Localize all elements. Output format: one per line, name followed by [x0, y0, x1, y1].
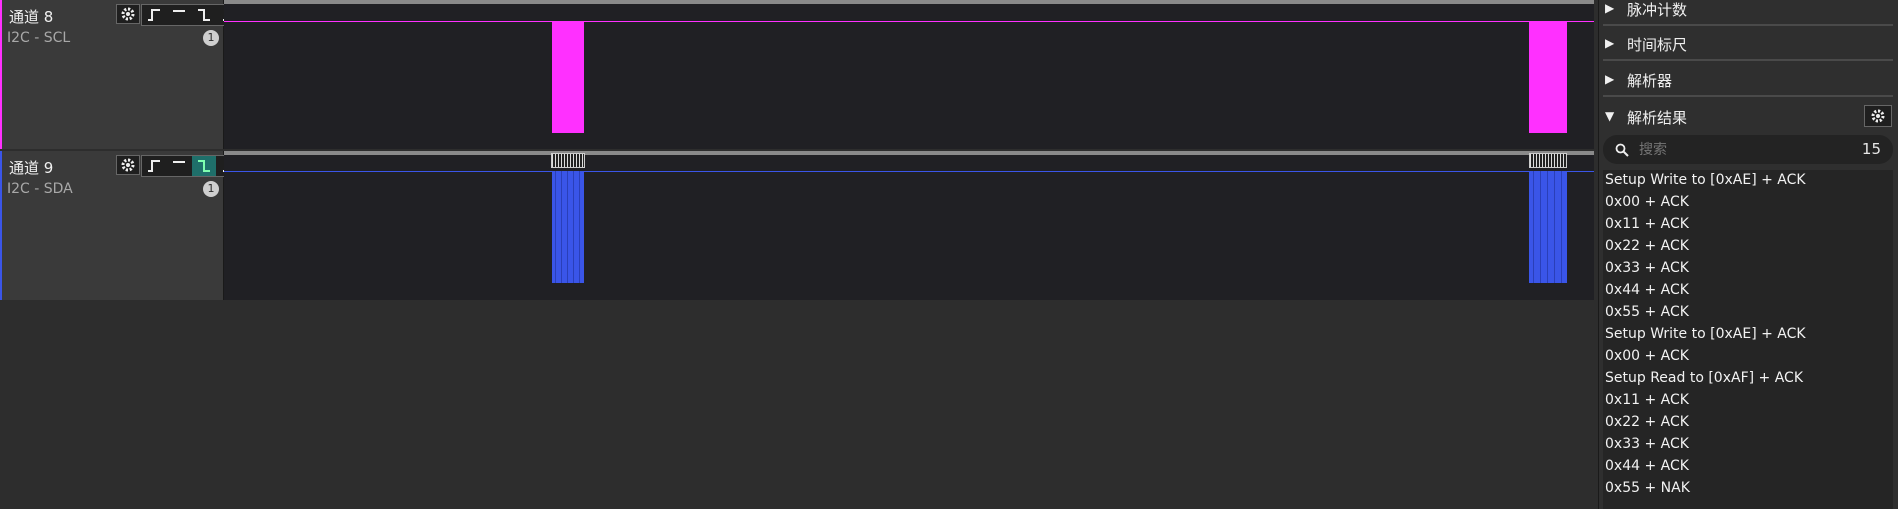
- search-input[interactable]: [1637, 139, 1841, 161]
- channel-9-waveform[interactable]: [224, 151, 1594, 300]
- list-item[interactable]: 0x00 + ACK: [1605, 194, 1689, 210]
- result-count: 15: [1861, 140, 1881, 158]
- list-item[interactable]: 0x22 + ACK: [1605, 414, 1689, 430]
- list-item[interactable]: 0x00 + ACK: [1605, 348, 1689, 364]
- list-item[interactable]: Setup Write to [0xAE] + ACK: [1605, 326, 1806, 342]
- channel-8-name: 通道 8: [9, 8, 54, 26]
- scl-high-line: [224, 21, 1594, 22]
- list-item[interactable]: 0x55 + ACK: [1605, 304, 1689, 320]
- section-label: 脉冲计数: [1627, 1, 1688, 19]
- high-level-icon[interactable]: [167, 5, 191, 25]
- scl-burst-1: [552, 21, 584, 133]
- right-panel: ▶ 脉冲计数 ▶ 时间标尺 ▶ 解析器 ▼ 解析结果 15 Setup Writ…: [1598, 0, 1898, 509]
- list-item[interactable]: 0x11 + ACK: [1605, 216, 1689, 232]
- section-pulse-count[interactable]: ▶ 脉冲计数: [1603, 0, 1893, 26]
- list-item[interactable]: 0x55 + NAK: [1605, 480, 1690, 496]
- channel-9-header[interactable]: 通道 9 I2C - SDA 1: [0, 151, 243, 300]
- section-label: 解析结果: [1627, 109, 1688, 127]
- high-level-icon[interactable]: [167, 156, 191, 176]
- channel-9-protocol: I2C - SDA: [7, 181, 73, 197]
- expand-arrow-icon: ▶: [1605, 72, 1615, 86]
- section-decoded-results[interactable]: ▼ 解析结果: [1603, 100, 1893, 134]
- list-item[interactable]: Setup Write to [0xAE] + ACK: [1605, 172, 1806, 188]
- list-item[interactable]: 0x22 + ACK: [1605, 238, 1689, 254]
- channel-8-protocol: I2C - SCL: [7, 30, 71, 46]
- gear-icon[interactable]: [1864, 105, 1892, 127]
- channel-9-badge: 1: [203, 181, 219, 197]
- expand-arrow-icon: ▶: [1605, 36, 1615, 50]
- channel-8-badge: 1: [203, 30, 219, 46]
- sda-burst-2: [1529, 171, 1567, 283]
- scl-burst-2: [1529, 21, 1567, 133]
- sda-burst-1: [552, 171, 584, 283]
- section-time-ruler[interactable]: ▶ 时间标尺: [1603, 27, 1893, 61]
- decode-marker-2[interactable]: [1529, 153, 1567, 168]
- list-item[interactable]: 0x44 + ACK: [1605, 282, 1689, 298]
- section-label: 解析器: [1627, 72, 1673, 90]
- sda-high-line: [224, 171, 1594, 172]
- waveform-top-border: [224, 0, 1594, 4]
- list-item[interactable]: 0x33 + ACK: [1605, 260, 1689, 276]
- falling-edge-icon[interactable]: [192, 156, 216, 176]
- channel-8-header[interactable]: 通道 8 I2C - SCL 1: [0, 0, 243, 149]
- list-item[interactable]: 0x44 + ACK: [1605, 458, 1689, 474]
- rising-edge-icon[interactable]: [142, 156, 166, 176]
- collapse-arrow-icon: ▼: [1605, 109, 1615, 123]
- list-item[interactable]: Setup Read to [0xAF] + ACK: [1605, 370, 1803, 386]
- list-item[interactable]: 0x33 + ACK: [1605, 436, 1689, 452]
- results-search: 15: [1603, 135, 1893, 164]
- falling-edge-icon[interactable]: [192, 5, 216, 25]
- list-item[interactable]: 0x11 + ACK: [1605, 392, 1689, 408]
- channel-9-name: 通道 9: [9, 159, 54, 177]
- results-list[interactable]: Setup Write to [0xAE] + ACK 0x00 + ACK 0…: [1603, 170, 1893, 509]
- section-label: 时间标尺: [1627, 36, 1688, 54]
- expand-arrow-icon: ▶: [1605, 1, 1615, 15]
- rising-edge-icon[interactable]: [142, 5, 166, 25]
- gear-icon[interactable]: [116, 155, 140, 175]
- search-icon: [1615, 143, 1629, 157]
- section-analyzers[interactable]: ▶ 解析器: [1603, 63, 1893, 97]
- gear-icon[interactable]: [116, 4, 140, 24]
- decode-marker-1[interactable]: [551, 153, 585, 168]
- waveform-top-border: [224, 151, 1594, 155]
- channel-8-waveform[interactable]: [224, 0, 1594, 149]
